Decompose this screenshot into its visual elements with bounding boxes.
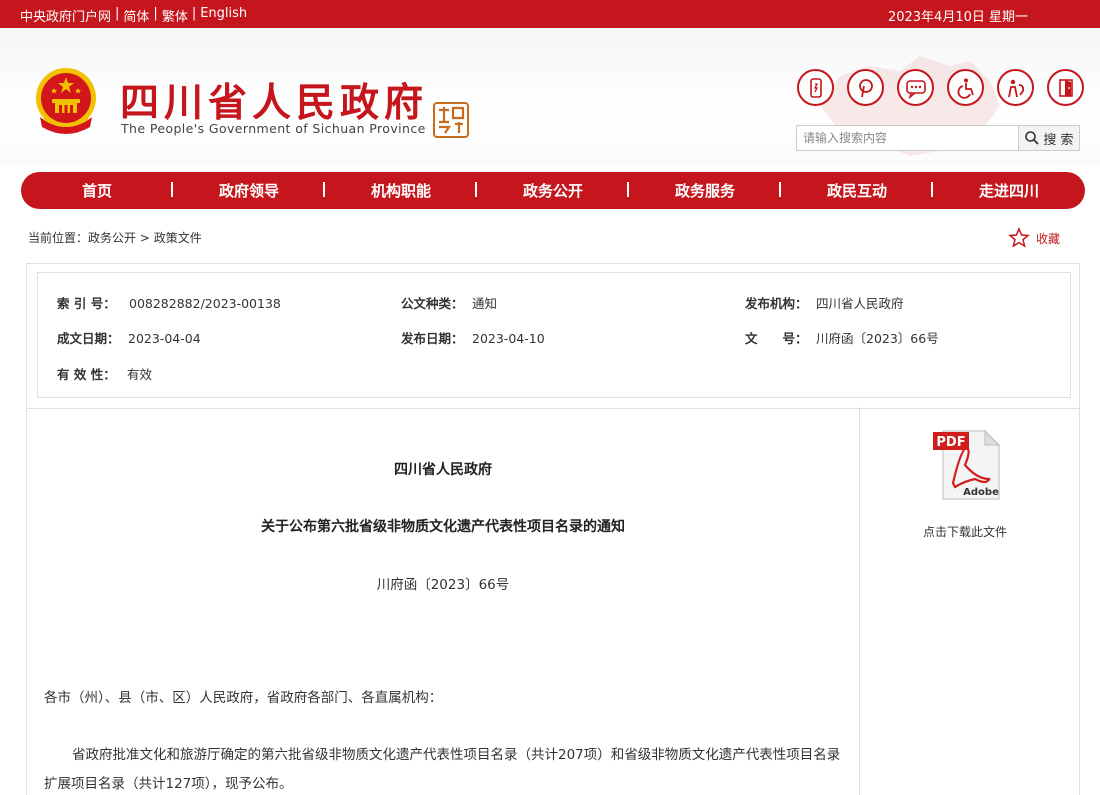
link-english[interactable]: English [200,6,247,25]
document-body: 省政府批准文化和旅游厅确定的第六批省级非物质文化遗产代表性项目名录（共计207项… [44,747,841,792]
nav-item-disclosure[interactable]: 政务公开 [477,180,629,201]
favorite-label: 收藏 [1036,231,1061,246]
top-separator: | [153,6,158,21]
document-title: 关于公布第六批省级非物质文化遗产代表性项目名录的通知 [261,519,625,535]
site-header: 四川省人民政府 The People's Government of Sichu… [0,28,1100,166]
meta-publisher-label: 发布机构： [745,296,808,311]
meta-created: 成文日期： 2023-04-04 [57,328,201,347]
top-separator: | [191,6,197,21]
accessibility-icon [957,78,974,99]
main-nav: 首页 政府领导 机构职能 政务公开 政务服务 政民互动 走进四川 [21,172,1085,209]
meta-docnum: 文 号： 川府函〔2023〕66号 [745,328,939,347]
chat-icon [905,79,926,99]
tool-icons [797,69,1084,106]
nav-item-about-sichuan[interactable]: 走进四川 [933,180,1085,201]
weibo-button[interactable] [847,69,884,106]
document-meta-box: 索 引 号： 008282882/2023-00138 公文种类： 通知 发布机构：… [26,263,1080,409]
nav-item-functions[interactable]: 机构职能 [325,180,477,201]
national-emblem-icon [36,68,96,134]
meta-doctype-label: 公文种类： [401,296,464,311]
exit-door-icon [1058,78,1073,97]
current-date: 2023年4月10日 星期一 [887,10,1028,25]
meta-docnum-label: 文 号： [745,331,808,346]
meta-validity: 有 效 性： 有效 [57,364,152,383]
elderly-care-button[interactable] [997,69,1034,106]
search-button-label: 搜 索 [1043,132,1074,148]
search-input[interactable] [796,125,1018,151]
link-central-gov[interactable]: 中央政府门户网 [20,6,111,25]
link-traditional[interactable]: 繁体 [162,6,188,25]
top-bar: 中央政府门户网 | 简体 | 繁体 | English 2023年4月10日 星… [0,0,1100,28]
top-separator: | [115,6,120,21]
link-simplified[interactable]: 简体 [123,6,149,25]
search-icon [1025,131,1040,145]
search-button[interactable]: 搜 索 [1018,125,1080,151]
pdf-brand-text: Adobe [963,487,999,498]
meta-created-label: 成文日期： [57,331,120,346]
download-link[interactable]: 点击下载此文件 [880,523,1050,540]
breadcrumb-item[interactable]: 政务公开 [88,231,136,245]
chat-button[interactable] [897,69,934,106]
nav-item-leaders[interactable]: 政府领导 [173,180,325,201]
search-bar: 搜 索 [796,125,1080,151]
seal-stamp-icon [433,102,469,138]
site-subtitle: The People's Government of Sichuan Provi… [121,121,426,136]
document-issuer: 四川省人民政府 [394,462,492,478]
accessibility-button[interactable] [947,69,984,106]
breadcrumb-separator: > [139,231,150,245]
elderly-care-icon [1007,79,1024,97]
breadcrumb-item[interactable]: 政策文件 [154,231,202,245]
meta-publisher: 发布机构： 四川省人民政府 [745,293,904,312]
weibo-icon [858,78,873,97]
meta-doctype-value: 通知 [472,296,498,311]
nav-item-home[interactable]: 首页 [21,180,173,201]
nav-item-interaction[interactable]: 政民互动 [781,180,933,201]
exit-button[interactable] [1047,69,1084,106]
mobile-button[interactable] [797,69,834,106]
meta-publisher-value: 四川省人民政府 [816,296,904,311]
pdf-file-icon[interactable]: PDF Adobe [931,429,1003,501]
nav-item-services[interactable]: 政务服务 [629,180,781,201]
meta-index: 索 引 号： 008282882/2023-00138 [57,293,281,312]
document-meta-inner: 索 引 号： 008282882/2023-00138 公文种类： 通知 发布机构：… [37,272,1071,398]
mobile-icon [809,77,822,98]
meta-validity-label: 有 效 性： [57,367,116,382]
document-greeting: 各市（州）、县（市、区）人民政府，省政府各部门、各直属机构： [44,690,443,706]
meta-published-value: 2023-04-10 [472,331,545,346]
meta-published: 发布日期： 2023-04-10 [401,328,545,347]
site-title: 四川省人民政府 [120,81,429,126]
favorite-button[interactable]: 收藏 [1008,227,1060,249]
meta-doctype: 公文种类： 通知 [401,293,497,312]
meta-docnum-value: 川府函〔2023〕66号 [816,331,939,346]
meta-published-label: 发布日期： [401,331,464,346]
star-icon [1008,227,1030,248]
pdf-badge-text: PDF [936,435,965,450]
meta-index-value: 008282882/2023-00138 [129,296,281,311]
meta-created-value: 2023-04-04 [128,331,201,346]
top-links: 中央政府门户网 | 简体 | 繁体 | English [20,6,247,25]
breadcrumb-prefix: 当前位置： [28,231,89,245]
meta-validity-value: 有效 [127,367,153,382]
meta-index-label: 索 引 号： [57,296,116,311]
document-number: 川府函〔2023〕66号 [376,577,510,593]
breadcrumb: 当前位置：政务公开 > 政策文件 [28,229,202,246]
